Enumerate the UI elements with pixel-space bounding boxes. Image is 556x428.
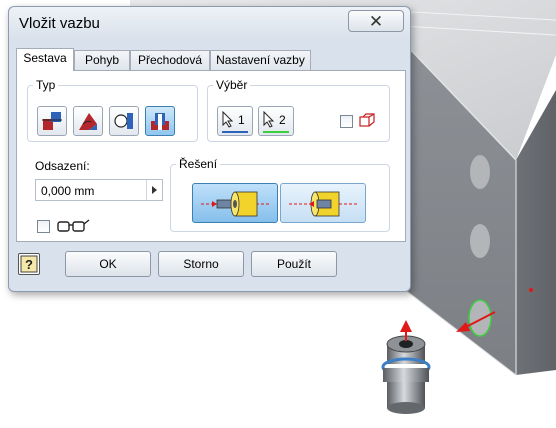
fitting-base [387, 402, 425, 414]
cursor-arrow-icon [222, 111, 234, 128]
select-2-underline [263, 131, 289, 133]
insert-constraint-icon [151, 113, 169, 130]
angle-constraint-button[interactable] [73, 106, 103, 136]
selection-group-label: Výběr [213, 78, 251, 92]
tab-nastaveni-vazby[interactable]: Nastavení vazby [210, 50, 311, 70]
type-group-label: Typ [33, 78, 59, 92]
solution-opposed-button[interactable] [192, 183, 278, 223]
type-group: Typ [27, 78, 198, 142]
offset-dropdown-arrow[interactable] [146, 180, 162, 200]
fitting-part[interactable] [381, 335, 431, 414]
offset-input[interactable]: 0,000 mm [35, 179, 163, 201]
first-click-selection-icon [359, 113, 375, 127]
title-bar[interactable]: Vložit vazbu ✕ [9, 7, 410, 41]
help-button[interactable]: ? [18, 253, 40, 275]
place-constraint-dialog: Vložit vazbu ✕ Sestava Pohyb Přechodová … [8, 6, 411, 292]
cursor-arrow-icon [263, 111, 275, 128]
chevron-right-icon [152, 186, 157, 194]
insert-opposed-icon [201, 191, 271, 217]
select-2-button[interactable]: 2 [258, 106, 294, 136]
fitting-thread [383, 368, 429, 382]
offset-label: Odsazení: [35, 159, 90, 173]
insert-constraint-button[interactable] [145, 106, 175, 136]
edge-vertex [529, 288, 533, 292]
solution-group: Řešení [170, 157, 390, 232]
selection-group: Výběr 1 2 [207, 78, 390, 142]
select-1-button[interactable]: 1 [217, 106, 253, 136]
offset-value: 0,000 mm [41, 184, 95, 198]
solution-group-label: Řešení [176, 157, 221, 171]
select-1-label: 1 [238, 113, 245, 127]
mate-constraint-icon [42, 112, 62, 130]
help-icon: ? [20, 255, 38, 273]
select-2-label: 2 [279, 113, 286, 127]
first-pick-checkbox[interactable] [340, 115, 353, 128]
mate-constraint-button[interactable] [37, 106, 67, 136]
dialog-title: Vložit vazbu [19, 15, 100, 32]
tab-pohyb[interactable]: Pohyb [74, 50, 130, 70]
tab-prechodova[interactable]: Přechodová [130, 50, 210, 70]
tab-panel: Typ Výběr 1 2 Odsazení: 0,000 mm Řešení [16, 70, 406, 242]
solution-aligned-button[interactable] [280, 183, 366, 223]
glasses-icon [57, 219, 90, 232]
cancel-button[interactable]: Storno [158, 251, 244, 277]
tangent-constraint-button[interactable] [109, 106, 139, 136]
close-icon: ✕ [368, 12, 384, 31]
hole-selected[interactable] [468, 299, 492, 337]
fitting-bore [399, 340, 413, 348]
angle-constraint-icon [79, 113, 97, 130]
hole [470, 155, 490, 189]
close-button[interactable]: ✕ [348, 10, 404, 32]
ok-button[interactable]: OK [65, 251, 151, 277]
hole [470, 224, 490, 258]
select-1-underline [222, 131, 248, 133]
svg-text:?: ? [25, 257, 33, 272]
insert-aligned-icon [289, 191, 359, 217]
apply-button[interactable]: Použít [251, 251, 337, 277]
preview-checkbox[interactable] [37, 220, 50, 233]
tangent-constraint-icon [114, 113, 133, 129]
tab-sestava[interactable]: Sestava [16, 48, 74, 71]
